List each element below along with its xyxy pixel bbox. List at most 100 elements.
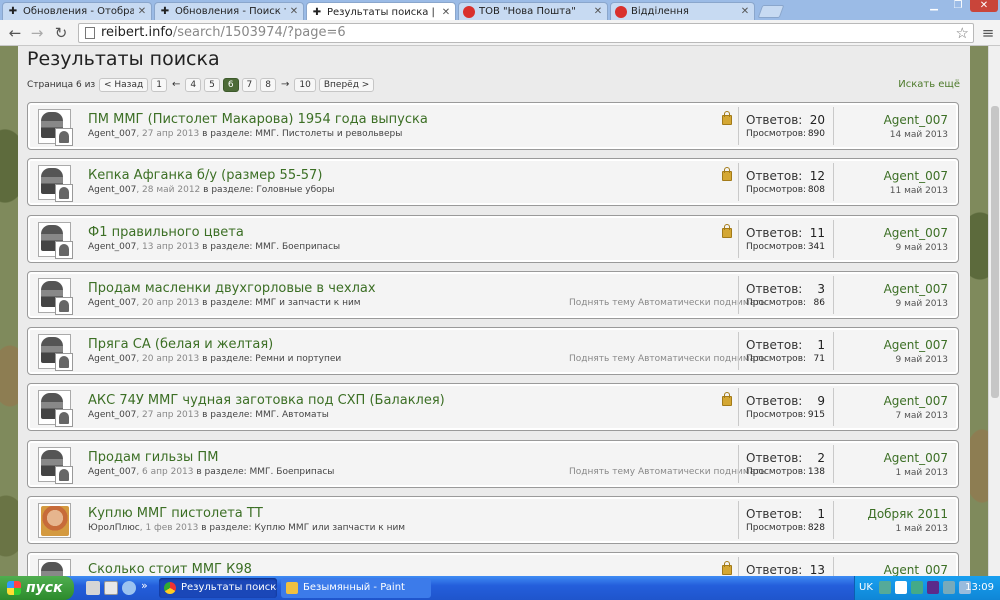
browser-menu-icon[interactable]: ≡ (980, 24, 996, 42)
thread-title-link[interactable]: Пряга СА (белая и желтая) (88, 337, 273, 352)
last-post-user-link[interactable]: Agent_007 (884, 563, 948, 576)
clock[interactable]: 13:09 (965, 582, 994, 593)
thread-section-link[interactable]: ММГ и запчасти к ним (255, 298, 360, 308)
last-post-user-link[interactable]: Agent_007 (884, 451, 948, 465)
thread-title-link[interactable]: Продам масленки двухгорловые в чехлах (88, 281, 376, 296)
last-post-user-link[interactable]: Agent_007 (884, 169, 948, 183)
language-indicator[interactable]: UK (859, 582, 873, 593)
bookmark-star-icon[interactable]: ☆ (956, 24, 969, 42)
avatar[interactable] (38, 277, 73, 315)
maximize-icon[interactable]: ❐ (946, 0, 970, 12)
pager-skip-back-icon[interactable]: ← (170, 79, 182, 90)
thread-title-link[interactable]: Ф1 правильного цвета (88, 225, 244, 240)
thread-title-link[interactable]: Куплю ММГ пистолета ТТ (88, 506, 263, 521)
close-tab-icon[interactable]: ✕ (137, 6, 147, 17)
thread-author-link[interactable]: Agent_007 (88, 242, 136, 252)
close-tab-icon[interactable]: ✕ (289, 6, 299, 17)
avatar[interactable] (38, 334, 73, 372)
tray-network-icon[interactable] (879, 581, 891, 594)
last-post-user-link[interactable]: Agent_007 (884, 394, 948, 408)
tray-app-icon[interactable] (895, 581, 907, 594)
last-post-date[interactable]: 9 май 2013 (895, 299, 948, 309)
browser-tab-active[interactable]: ✚ Результаты поиска | REIBE ✕ (306, 2, 456, 21)
thread-section-link[interactable]: Куплю ММГ или запчасти к ним (254, 523, 405, 533)
vertical-scrollbar[interactable] (988, 46, 1000, 576)
last-post-date[interactable]: 14 май 2013 (890, 130, 948, 140)
back-icon[interactable]: ← (6, 24, 24, 42)
avatar[interactable] (38, 221, 73, 259)
window-close-icon[interactable]: ✕ (970, 0, 998, 12)
thread-title-link[interactable]: АКС 74У ММГ чудная заготовка под СХП (Ба… (88, 393, 445, 408)
pager-page-button[interactable]: 7 (241, 77, 258, 92)
thread-section-link[interactable]: ММГ. Боеприпасы (255, 242, 340, 252)
browser-tab[interactable]: ✚ Обновления - Поиск тем по ✕ (154, 2, 304, 20)
pager-next-button[interactable]: Вперёд > (318, 77, 375, 92)
tray-antivirus-icon[interactable] (911, 581, 923, 594)
bump-thread-links[interactable]: Поднять тему Автоматически поднимать (569, 354, 766, 364)
last-post-user-link[interactable]: Agent_007 (884, 226, 948, 240)
minimize-icon[interactable]: ▁ (922, 0, 946, 12)
taskbar-item-paint[interactable]: Безымянный - Paint (281, 578, 431, 598)
last-post-user-link[interactable]: Agent_007 (884, 113, 948, 127)
last-post-user-link[interactable]: Добряк 2011 (867, 507, 948, 521)
thread-section-link[interactable]: ММГ. Боеприпасы (250, 467, 335, 477)
search-more-link[interactable]: Искать ещё (898, 79, 960, 90)
last-post-date[interactable]: 1 май 2013 (895, 468, 948, 478)
thread-author-link[interactable]: Agent_007 (88, 467, 136, 477)
last-post-user-link[interactable]: Agent_007 (884, 282, 948, 296)
tray-messenger-icon[interactable] (927, 581, 939, 594)
thread-title-link[interactable]: Сколько стоит ММГ К98 (88, 562, 252, 576)
close-tab-icon[interactable]: ✕ (593, 6, 603, 17)
last-post-date[interactable]: 7 май 2013 (895, 411, 948, 421)
thread-title-link[interactable]: Продам гильзы ПМ (88, 450, 218, 465)
thread-author-link[interactable]: Agent_007 (88, 410, 136, 420)
scrollbar-thumb[interactable] (991, 106, 999, 398)
quicklaunch-more-icon[interactable]: » (141, 579, 148, 592)
avatar[interactable] (38, 165, 73, 203)
pager-page-button[interactable]: 5 (204, 77, 220, 92)
avatar[interactable] (38, 446, 73, 484)
last-post-date[interactable]: 9 май 2013 (895, 243, 948, 253)
bump-thread-links[interactable]: Поднять тему Автоматически поднимать (569, 298, 766, 308)
browser-tab[interactable]: ТОВ "Нова Пошта" ✕ (458, 2, 608, 20)
thread-author-link[interactable]: ЮролПлюс (88, 523, 140, 533)
pager-page-button[interactable]: 4 (185, 77, 202, 92)
last-post-user-link[interactable]: Agent_007 (884, 338, 948, 352)
quicklaunch-desktop-icon[interactable] (86, 581, 100, 595)
thread-author-link[interactable]: Agent_007 (88, 298, 136, 308)
avatar[interactable] (38, 390, 73, 428)
pager-page-button[interactable]: 10 (294, 77, 316, 92)
thread-author-link[interactable]: Agent_007 (88, 129, 136, 139)
avatar[interactable] (38, 503, 71, 539)
reload-icon[interactable]: ↻ (52, 24, 70, 42)
start-button[interactable]: пуск (0, 576, 74, 600)
last-post-date[interactable]: 11 май 2013 (890, 186, 948, 196)
quicklaunch-ie-icon[interactable] (122, 581, 136, 595)
close-tab-icon[interactable]: ✕ (441, 7, 451, 18)
tray-volume-icon[interactable] (943, 581, 955, 594)
pager-page-button[interactable]: 8 (260, 77, 277, 92)
pager-skip-forward-icon[interactable]: → (279, 79, 291, 90)
close-tab-icon[interactable]: ✕ (740, 6, 750, 17)
thread-section-link[interactable]: Ремни и портупеи (255, 354, 341, 364)
thread-section-link[interactable]: ММГ. Пистолеты и револьверы (255, 129, 402, 139)
thread-author-link[interactable]: Agent_007 (88, 354, 136, 364)
pager-page-button[interactable]: 1 (151, 77, 167, 92)
bump-thread-links[interactable]: Поднять тему Автоматически поднимать (569, 467, 766, 477)
thread-title-link[interactable]: Кепка Афганка б/у (размер 55-57) (88, 168, 322, 183)
browser-tab[interactable]: ✚ Обновления - Отображение ✕ (2, 2, 152, 20)
thread-title-link[interactable]: ПМ ММГ (Пистолет Макарова) 1954 года вып… (88, 112, 428, 127)
thread-author-link[interactable]: Agent_007 (88, 185, 136, 195)
last-post-date[interactable]: 9 май 2013 (895, 355, 948, 365)
browser-tab[interactable]: Відділення ✕ (610, 2, 755, 20)
forward-icon[interactable]: → (28, 24, 46, 42)
pager-current-page[interactable]: 6 (222, 77, 239, 92)
thread-section-link[interactable]: ММГ. Автоматы (255, 410, 329, 420)
new-tab-button[interactable] (757, 5, 785, 18)
pager-prev-button[interactable]: < Назад (99, 77, 149, 92)
quicklaunch-explorer-icon[interactable] (104, 581, 118, 595)
taskbar-item-chrome[interactable]: Результаты поиска ... (159, 578, 277, 598)
thread-section-link[interactable]: Головные уборы (256, 185, 334, 195)
address-bar[interactable]: reibert.info/search/1503974/?page=6 ☆ (78, 23, 974, 43)
last-post-date[interactable]: 1 май 2013 (895, 524, 948, 534)
